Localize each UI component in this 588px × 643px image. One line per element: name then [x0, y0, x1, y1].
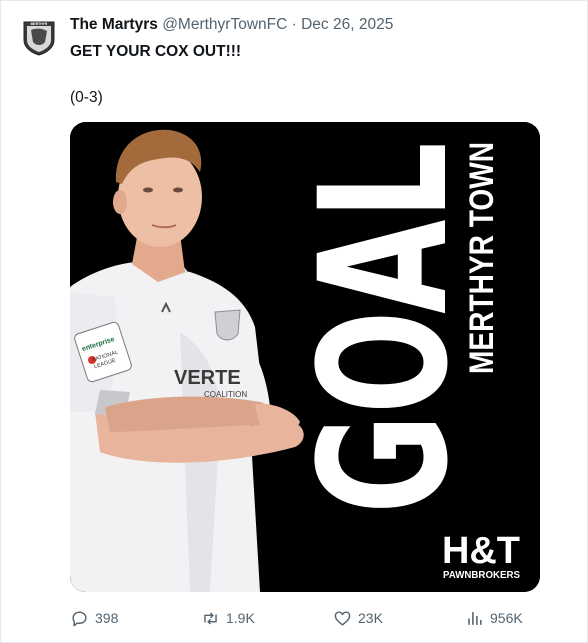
goal-headline: GOAL — [282, 142, 487, 514]
reply-button[interactable]: 398 — [70, 605, 118, 631]
avatar-crest-text: MERTHYR — [31, 22, 48, 26]
avatar[interactable]: MERTHYR — [20, 18, 58, 56]
shirt-sponsor-sub: COALITION — [204, 390, 247, 399]
club-name: MERTHYR TOWN — [463, 142, 501, 374]
sponsor-logo-sub: PAWNBROKERS — [443, 570, 520, 581]
shirt-sponsor: VERTE — [174, 367, 241, 389]
repost-count: 1.9K — [226, 610, 255, 626]
reply-icon — [72, 610, 87, 626]
repost-icon — [204, 611, 217, 625]
sponsor-logo-main: H&T — [442, 530, 520, 572]
views-count: 956K — [490, 610, 523, 626]
author-name[interactable]: The Martyrs — [70, 16, 158, 33]
post-score: (0-3) — [70, 89, 103, 106]
like-icon — [334, 610, 351, 626]
post-date[interactable]: Dec 26, 2025 — [301, 16, 393, 33]
views-icon — [468, 611, 482, 625]
header-separator: · — [291, 16, 297, 33]
like-button[interactable]: 23K — [333, 605, 383, 631]
post-media-image[interactable]: enterprise NATIONAL LEAGUE VERTE COALITI… — [70, 122, 540, 592]
reply-count: 398 — [95, 610, 119, 626]
post-text: GET YOUR COX OUT!!! — [70, 43, 242, 60]
post-header: The Martyrs @MerthyrTownFC · Dec 26, 202… — [70, 16, 393, 34]
views-button[interactable]: 956K — [465, 605, 523, 631]
post-action-bar: 398 1.9K 23K 956K — [0, 605, 588, 631]
like-count: 23K — [358, 610, 383, 626]
author-handle[interactable]: @MerthyrTownFC — [162, 16, 287, 33]
repost-button[interactable]: 1.9K — [201, 605, 255, 631]
